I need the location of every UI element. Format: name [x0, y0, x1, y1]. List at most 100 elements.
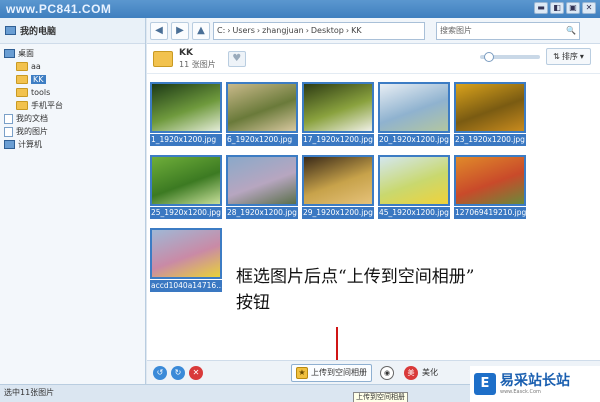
thumbnail-item[interactable]: 6_1920x1200.jpg	[226, 82, 298, 146]
rotate-left-button[interactable]: ↺	[153, 365, 167, 380]
thumbnail-image[interactable]	[150, 228, 222, 279]
path-input[interactable]: C: › Users › zhangjuan › Desktop › KK	[213, 21, 425, 40]
favorite-button[interactable]: ♥	[227, 50, 246, 67]
thumbnail-item[interactable]: 25_1920x1200.jpg	[150, 155, 222, 219]
sidebar-item-label: aa	[31, 62, 41, 71]
thumbnail-caption: accd1040a14716…	[150, 280, 222, 292]
beautify-label[interactable]: 美化	[422, 367, 438, 378]
thumbnail-item[interactable]: accd1040a14716…	[150, 228, 222, 292]
thumbnail-item[interactable]: 127069419210.jpg	[454, 155, 526, 219]
thumbnail-caption: 28_1920x1200.jpg	[226, 207, 298, 219]
folder-icon	[16, 62, 28, 71]
forward-button[interactable]: ▶	[171, 21, 189, 40]
upload-to-album-button[interactable]: ★ 上传到空间相册	[291, 363, 372, 382]
beautify-icon[interactable]: 美	[404, 365, 418, 380]
thumbnail-image[interactable]	[378, 82, 450, 133]
thumbnail-caption: 127069419210.jpg	[454, 207, 526, 219]
thumbnail-caption: 29_1920x1200.jpg	[302, 207, 374, 219]
folder-icon	[16, 88, 28, 97]
thumbnail-item[interactable]: 45_1920x1200.jpg	[378, 155, 450, 219]
thumbnail-caption: 23_1920x1200.jpg	[454, 134, 526, 146]
thumbnail-caption: 25_1920x1200.jpg	[150, 207, 222, 219]
thumbnail-image[interactable]	[226, 82, 298, 133]
maximize-button[interactable]: ▣	[566, 2, 580, 14]
back-button[interactable]: ◀	[150, 21, 168, 40]
thumbnail-image[interactable]	[302, 82, 374, 133]
brand-name: 易采站长站	[500, 373, 570, 389]
thumbnail-image[interactable]	[454, 82, 526, 133]
thumbnail-item[interactable]: 20_1920x1200.jpg	[378, 82, 450, 146]
search-placeholder: 搜索图片	[440, 26, 472, 35]
breadcrumb-desktop[interactable]: Desktop	[311, 26, 344, 35]
thumbnail-item[interactable]: 29_1920x1200.jpg	[302, 155, 374, 219]
instruction-annotation: 框选图片后点“上传到空间相册” 按钮	[236, 264, 586, 316]
thumbnail-image[interactable]	[226, 155, 298, 206]
folder-count: 11 张图片	[179, 59, 216, 69]
sidebar-item-label: 手机平台	[31, 101, 63, 110]
minimize-button[interactable]: ▬	[534, 2, 548, 14]
thumbnail-image[interactable]	[454, 155, 526, 206]
weibo-icon: ◉	[383, 368, 391, 377]
sidebar-item-computer[interactable]: 计算机	[0, 138, 145, 151]
delete-button[interactable]: ✕	[189, 365, 203, 380]
sort-label: 排序	[561, 52, 578, 61]
slider-knob[interactable]	[484, 52, 494, 62]
sort-icon: ⇅	[553, 52, 560, 61]
breadcrumb-user[interactable]: zhangjuan	[262, 26, 304, 35]
thumbnail-caption: 6_1920x1200.jpg	[226, 134, 298, 146]
brand-url: www.Easck.Com	[500, 389, 541, 395]
main-panel: ◀ ▶ ▲ C: › Users › zhangjuan › Desktop ›…	[147, 18, 600, 384]
watermark-text: www.PC841.COM	[6, 2, 112, 16]
breadcrumb-separator: ›	[305, 26, 309, 35]
sidebar-item-aa[interactable]: aa	[0, 60, 145, 73]
sidebar-header[interactable]: 我的电脑	[0, 18, 145, 44]
thumbnail-item[interactable]: 23_1920x1200.jpg	[454, 82, 526, 146]
rotate-right-button[interactable]: ↻	[171, 365, 185, 380]
annotation-line-1: 框选图片后点“上传到空间相册”	[236, 267, 475, 287]
thumbnail-image[interactable]	[150, 82, 222, 133]
thumbnail-image[interactable]	[378, 155, 450, 206]
status-text: 选中11张图片	[4, 388, 55, 397]
search-input[interactable]: 搜索图片 🔍	[436, 21, 580, 40]
up-button[interactable]: ▲	[192, 21, 210, 40]
breadcrumb-drive[interactable]: C:	[217, 26, 225, 35]
upload-star-icon: ★	[296, 366, 308, 379]
arrow-right-icon: ▶	[176, 25, 184, 36]
weibo-share-button[interactable]: ◉	[380, 365, 394, 380]
breadcrumb-users[interactable]: Users	[232, 26, 254, 35]
sidebar-item-label: 计算机	[18, 140, 42, 149]
thumbnail-item[interactable]: 17_1920x1200.jpg	[302, 82, 374, 146]
sidebar-item-label: 我的图片	[16, 127, 48, 136]
close-button[interactable]: ✕	[582, 2, 596, 14]
upload-label: 上传到空间相册	[311, 368, 367, 377]
breadcrumb-folder[interactable]: KK	[351, 26, 362, 35]
arrow-up-icon: ▲	[197, 25, 205, 36]
sidebar-item-tools[interactable]: tools	[0, 86, 145, 99]
sidebar-item-kk[interactable]: KK	[0, 73, 145, 86]
sidebar-item-mobile[interactable]: 手机平台	[0, 99, 145, 112]
thumbnail-item[interactable]: 1_1920x1200.jpg	[150, 82, 222, 146]
breadcrumb-separator: ›	[227, 26, 231, 35]
breadcrumb-separator: ›	[345, 26, 350, 35]
search-icon[interactable]: 🔍	[566, 26, 576, 35]
toolbar: ◀ ▶ ▲ C: › Users › zhangjuan › Desktop ›…	[147, 18, 600, 44]
thumbnail-image[interactable]	[150, 155, 222, 206]
thumbnail-item[interactable]: 28_1920x1200.jpg	[226, 155, 298, 219]
sidebar-item-documents[interactable]: 我的文档	[0, 112, 145, 125]
annotation-line-2: 按钮	[236, 293, 270, 313]
sidebar-item-desktop[interactable]: 桌面	[0, 47, 145, 60]
skin-button[interactable]: ◧	[550, 2, 564, 14]
window-controls: ▬ ◧ ▣ ✕	[534, 2, 596, 14]
sidebar-item-label: KK	[31, 75, 46, 84]
thumbnail-image[interactable]	[302, 155, 374, 206]
heart-icon: ♥	[232, 53, 242, 64]
sidebar-item-label: tools	[31, 88, 51, 97]
tooltip: 上传到空间相册	[353, 392, 408, 402]
sort-button[interactable]: ⇅ 排序 ▾	[546, 48, 591, 65]
sidebar: 我的电脑 桌面 aa KK tools 手机平台 我的文档 我的图片 计算机	[0, 18, 146, 384]
brand-logo-icon: E	[474, 373, 496, 395]
brand-watermark: E 易采站长站 www.Easck.Com	[470, 366, 600, 402]
zoom-slider[interactable]	[480, 52, 540, 62]
rotate-left-icon: ↺	[156, 367, 164, 377]
sidebar-item-pictures[interactable]: 我的图片	[0, 125, 145, 138]
